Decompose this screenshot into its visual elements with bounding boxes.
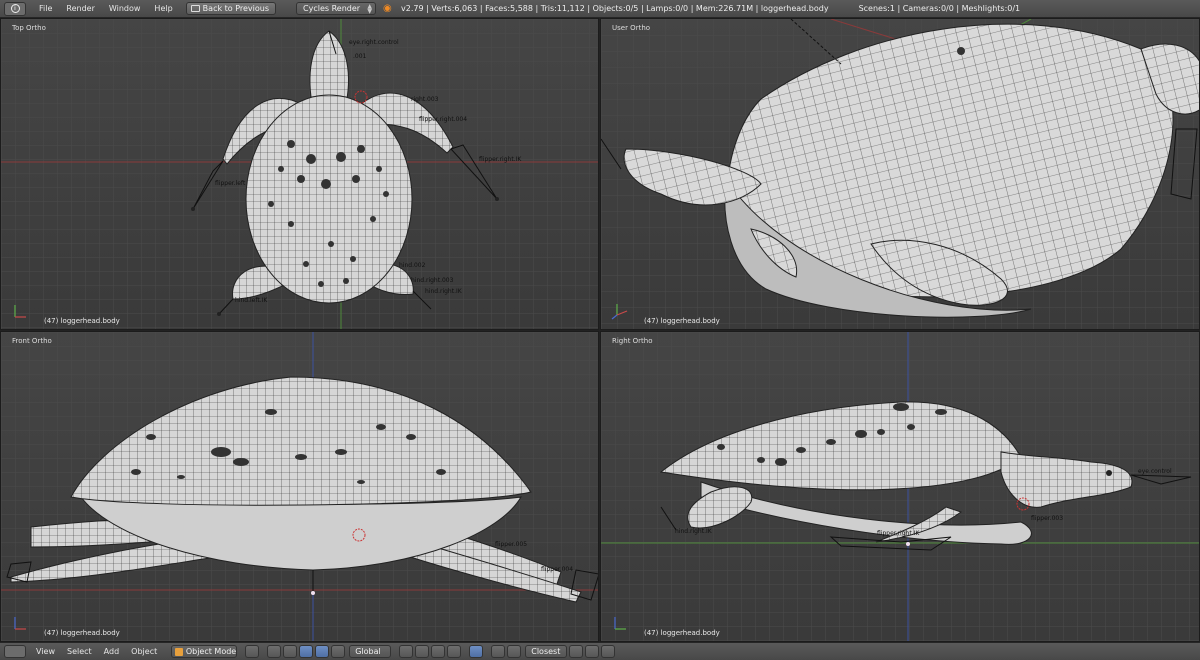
bone-label: flipper.005 <box>495 541 527 548</box>
object-mode-icon <box>175 647 183 656</box>
blender-logo-icon: ◉ <box>383 3 392 14</box>
layer-button[interactable] <box>399 645 414 658</box>
render-preview-button[interactable] <box>569 645 584 658</box>
animation-render-button[interactable] <box>601 645 616 658</box>
bone-label: hind.right.IK <box>675 528 713 535</box>
viewport-grid: flipper.005 flipper.004 <box>1 332 598 641</box>
pivot-point-button[interactable] <box>267 645 282 658</box>
axis-gizmo-icon <box>14 617 26 630</box>
viewport-grid: eye.right.control .001 right.003 flipper… <box>1 19 598 329</box>
menu-select[interactable]: Select <box>61 647 98 656</box>
interaction-mode-select[interactable]: Object Mode <box>171 645 238 658</box>
menu-window[interactable]: Window <box>102 4 148 13</box>
opengl-render-button[interactable] <box>585 645 600 658</box>
bone-label: hind.right.003 <box>411 277 454 284</box>
active-object-label: (47) loggerhead.body <box>644 317 720 325</box>
scene-statistics: v2.79 | Verts:6,063 | Faces:5,588 | Tris… <box>401 4 829 13</box>
menu-file[interactable]: File <box>32 4 59 13</box>
menu-view[interactable]: View <box>30 647 61 656</box>
proportional-edit-button[interactable] <box>491 645 506 658</box>
bone-label: flipper.right.IK <box>877 530 920 537</box>
menu-render[interactable]: Render <box>59 4 101 13</box>
back-to-previous-label: Back to Previous <box>202 4 270 13</box>
viewport-front-ortho[interactable]: flipper.005 flipper.004 Front Ortho (47)… <box>0 331 599 642</box>
transform-orientation-select[interactable]: Global <box>349 645 392 658</box>
translate-manipulator-button[interactable] <box>299 645 314 658</box>
scene-counts: Scenes:1 | Cameras:0/0 | Meshlights:0/1 <box>858 4 1021 13</box>
snap-target-label: Closest <box>531 647 561 656</box>
scale-manipulator-button[interactable] <box>331 645 346 658</box>
viewport-label: Top Ortho <box>12 24 46 32</box>
updown-arrows-icon: ▲ ▼ <box>367 3 373 15</box>
bone-label: eye.right.control <box>349 39 399 46</box>
viewport-user-ortho[interactable]: User Ortho (47) loggerhead.body <box>600 18 1200 330</box>
active-object-label: (47) loggerhead.body <box>44 629 120 637</box>
viewport-grid <box>601 19 1199 329</box>
layer-button[interactable] <box>447 645 462 658</box>
snap-target-select[interactable]: Closest <box>525 645 568 658</box>
bone-label: hind.002 <box>399 262 426 269</box>
bone-label: flipper.left <box>215 180 246 187</box>
layer-button[interactable] <box>431 645 446 658</box>
viewport-label: Right Ortho <box>612 337 653 345</box>
bone-label: right.003 <box>411 96 439 103</box>
bone-label: hind.right.IK <box>425 288 463 295</box>
axis-gizmo-icon <box>614 617 626 630</box>
axis-gizmo-icon <box>611 304 628 320</box>
bone-label: .001 <box>353 53 367 60</box>
interaction-mode-label: Object Mode <box>185 647 237 656</box>
editor-type-button[interactable]: i <box>4 1 26 16</box>
axis-gizmo-icon <box>14 305 26 318</box>
active-object-label: (47) loggerhead.body <box>44 317 120 325</box>
bone-label: eye.control <box>1138 468 1172 475</box>
layer-button[interactable] <box>415 645 430 658</box>
bone-label: flipper.right.004 <box>419 116 467 123</box>
menu-add[interactable]: Add <box>98 647 126 656</box>
3d-view-header: View Select Add Object Object Mode Globa… <box>0 642 1200 660</box>
viewport-shading-button[interactable] <box>245 645 260 658</box>
layer-lock-button[interactable] <box>469 645 484 658</box>
info-icon: i <box>10 4 20 13</box>
bone-label: flipper.right.IK <box>479 156 522 163</box>
back-to-previous-button[interactable]: Back to Previous <box>185 2 277 15</box>
manipulator-toggle-button[interactable] <box>283 645 298 658</box>
menu-help[interactable]: Help <box>147 4 179 13</box>
bone-label: hind.left.IK <box>235 297 268 304</box>
bone-label: flipper.003 <box>1031 515 1063 522</box>
transform-orientation-label: Global <box>355 647 381 656</box>
menu-object[interactable]: Object <box>125 647 163 656</box>
snap-toggle-button[interactable] <box>507 645 522 658</box>
render-engine-select[interactable]: Cycles Render ▲ ▼ <box>296 2 377 15</box>
editor-type-button[interactable] <box>4 645 26 658</box>
viewport-grid: eye.control hind.right.IK flipper.right.… <box>601 332 1199 641</box>
viewport-top-ortho[interactable]: eye.right.control .001 right.003 flipper… <box>0 18 599 330</box>
render-engine-label: Cycles Render <box>303 4 361 13</box>
viewport-label: Front Ortho <box>12 337 52 345</box>
info-header: i File Render Window Help Back to Previo… <box>0 0 1200 18</box>
rotate-manipulator-button[interactable] <box>315 645 330 658</box>
viewport-right-ortho[interactable]: eye.control hind.right.IK flipper.right.… <box>600 331 1200 642</box>
active-object-label: (47) loggerhead.body <box>644 629 720 637</box>
bone-label: flipper.004 <box>541 566 573 573</box>
viewport-label: User Ortho <box>612 24 651 32</box>
screen-back-icon <box>190 5 200 12</box>
